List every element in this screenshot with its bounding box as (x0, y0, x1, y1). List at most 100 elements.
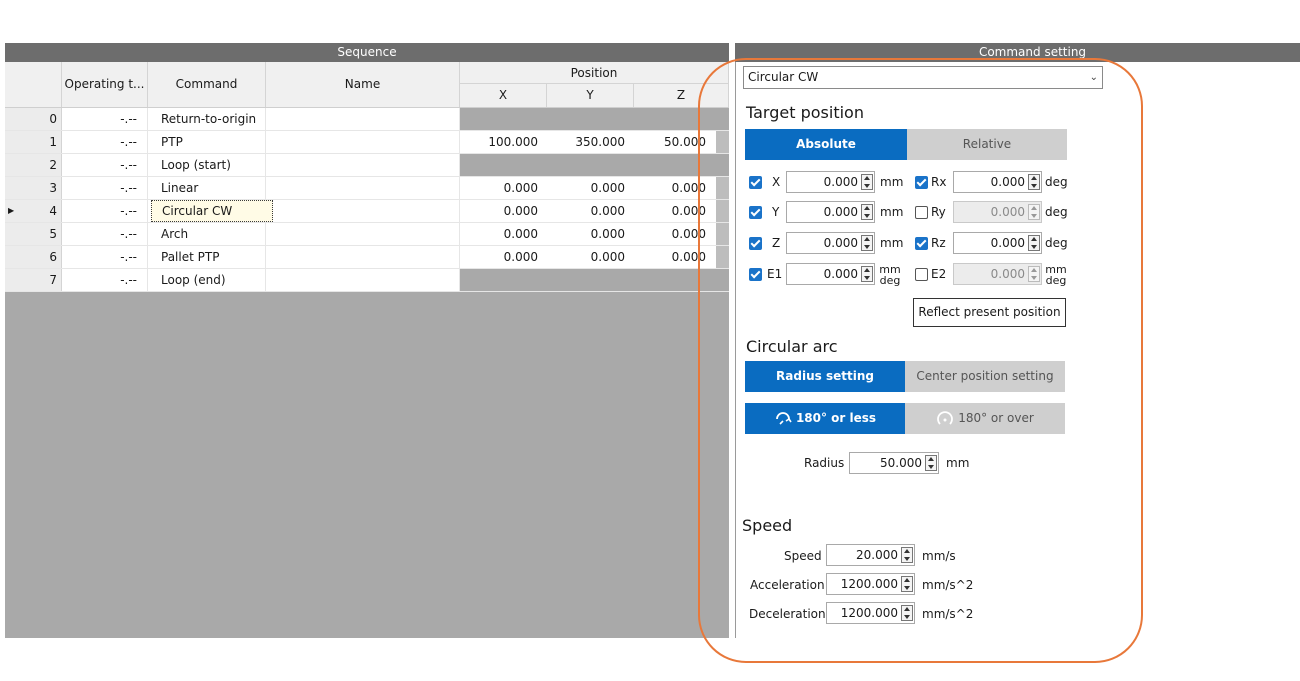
ry-input[interactable]: 0.000 (953, 201, 1042, 223)
target-position-heading: Target position (746, 103, 864, 122)
table-row[interactable]: 0 -.-- Return-to-origin (5, 108, 729, 131)
e2-checkbox[interactable] (915, 268, 928, 281)
spinner-icon[interactable] (861, 266, 873, 282)
spinner-icon[interactable] (1028, 204, 1040, 220)
rz-input[interactable]: 0.000 (953, 232, 1042, 254)
row-y[interactable]: 0.000 (547, 223, 634, 245)
spinner-icon[interactable] (901, 547, 913, 563)
spinner-icon[interactable] (901, 576, 913, 592)
y-checkbox[interactable] (749, 206, 762, 219)
reflect-present-position-button[interactable]: Reflect present position (913, 298, 1066, 327)
row-x[interactable]: 100.000 (460, 131, 547, 153)
spinner-icon[interactable] (861, 204, 873, 220)
table-row[interactable]: 2 -.-- Loop (start) (5, 154, 729, 177)
relative-toggle[interactable]: Relative (907, 129, 1067, 160)
row-name[interactable] (266, 131, 460, 153)
current-row-indicator-icon: ▶ (8, 206, 15, 215)
e2-label: E2 (931, 267, 947, 281)
spinner-icon[interactable] (1028, 174, 1040, 190)
table-row[interactable]: 7 -.-- Loop (end) (5, 269, 729, 292)
radius-input[interactable]: 50.000 (849, 452, 939, 474)
table-row[interactable]: 6 -.-- Pallet PTP 0.000 0.000 0.000 (5, 246, 729, 269)
row-x[interactable]: 0.000 (460, 200, 547, 222)
radius-setting-toggle[interactable]: Radius setting (745, 361, 905, 392)
row-operating-time: -.-- (62, 177, 148, 199)
row-name[interactable] (266, 269, 460, 291)
row-x[interactable]: 0.000 (460, 246, 547, 268)
row-z[interactable]: 0.000 (634, 223, 717, 245)
acceleration-label: Acceleration (750, 578, 825, 592)
row-y[interactable]: 0.000 (547, 200, 634, 222)
row-command[interactable]: Circular CW (148, 200, 274, 222)
ry-checkbox[interactable] (915, 206, 928, 219)
ry-unit: deg (1045, 205, 1068, 219)
le180-toggle[interactable]: 180° or less (745, 403, 905, 434)
row-operating-time: -.-- (62, 246, 148, 268)
acceleration-input[interactable]: 1200.000 (826, 573, 915, 595)
row-x[interactable]: 0.000 (460, 223, 547, 245)
row-x[interactable]: 0.000 (460, 177, 547, 199)
row-y[interactable]: 0.000 (547, 246, 634, 268)
e1-input[interactable]: 0.000 (786, 263, 875, 285)
deceleration-input[interactable]: 1200.000 (826, 602, 915, 624)
header-name[interactable]: Name (266, 62, 460, 107)
z-checkbox[interactable] (749, 237, 762, 250)
row-command[interactable]: Return-to-origin (148, 108, 266, 130)
header-y[interactable]: Y (547, 84, 634, 107)
sequence-rows: 0 -.-- Return-to-origin 1 -.-- PTP 100.000 350.… (5, 108, 729, 292)
spinner-icon[interactable] (925, 455, 937, 471)
row-command[interactable]: Loop (end) (148, 269, 266, 291)
e2-input[interactable]: 0.000 (953, 263, 1042, 285)
speed-input[interactable]: 20.000 (826, 544, 915, 566)
row-z[interactable]: 0.000 (634, 246, 717, 268)
row-name[interactable] (266, 246, 460, 268)
table-row[interactable]: 1 -.-- PTP 100.000 350.000 50.000 (5, 131, 729, 154)
absolute-toggle[interactable]: Absolute (745, 129, 907, 160)
header-z[interactable]: Z (634, 84, 729, 107)
row-command[interactable]: Loop (start) (148, 154, 266, 176)
ge180-toggle[interactable]: 180° or over (905, 403, 1065, 434)
spinner-icon[interactable] (1028, 266, 1040, 282)
table-row[interactable]: 5 -.-- Arch 0.000 0.000 0.000 (5, 223, 729, 246)
rz-checkbox[interactable] (915, 237, 928, 250)
rx-checkbox[interactable] (915, 176, 928, 189)
z-input[interactable]: 0.000 (786, 232, 875, 254)
row-operating-time: -.-- (62, 223, 148, 245)
row-command[interactable]: Linear (148, 177, 266, 199)
row-operating-time: -.-- (62, 131, 148, 153)
spinner-icon[interactable] (901, 605, 913, 621)
row-position-disabled (460, 269, 729, 291)
spinner-icon[interactable] (1028, 235, 1040, 251)
spinner-icon[interactable] (861, 174, 873, 190)
row-name[interactable] (266, 108, 460, 130)
table-row[interactable]: 3 -.-- Linear 0.000 0.000 0.000 (5, 177, 729, 200)
row-y[interactable]: 350.000 (547, 131, 634, 153)
y-input[interactable]: 0.000 (786, 201, 875, 223)
center-position-setting-toggle[interactable]: Center position setting (905, 361, 1065, 392)
row-z[interactable]: 0.000 (634, 200, 717, 222)
x-unit: mm (880, 175, 904, 189)
command-select[interactable]: Circular CW ⌄ (743, 66, 1103, 89)
row-command[interactable]: PTP (148, 131, 266, 153)
row-name[interactable] (266, 177, 460, 199)
rz-unit: deg (1045, 236, 1068, 250)
row-name[interactable] (266, 200, 460, 222)
e1-checkbox[interactable] (749, 268, 762, 281)
row-name[interactable] (266, 154, 460, 176)
row-z[interactable]: 50.000 (634, 131, 717, 153)
x-input[interactable]: 0.000 (786, 171, 875, 193)
header-command[interactable]: Command (148, 62, 266, 107)
rx-input[interactable]: 0.000 (953, 171, 1042, 193)
x-checkbox[interactable] (749, 176, 762, 189)
row-operating-time: -.-- (62, 154, 148, 176)
row-index: 2 (5, 154, 62, 176)
row-command[interactable]: Pallet PTP (148, 246, 266, 268)
table-row[interactable]: 4 ▶ -.-- Circular CW 0.000 0.000 0.000 (5, 200, 729, 223)
row-z[interactable]: 0.000 (634, 177, 717, 199)
spinner-icon[interactable] (861, 235, 873, 251)
row-name[interactable] (266, 223, 460, 245)
row-y[interactable]: 0.000 (547, 177, 634, 199)
header-x[interactable]: X (460, 84, 547, 107)
row-command[interactable]: Arch (148, 223, 266, 245)
header-operating-time[interactable]: Operating t... (62, 62, 148, 107)
